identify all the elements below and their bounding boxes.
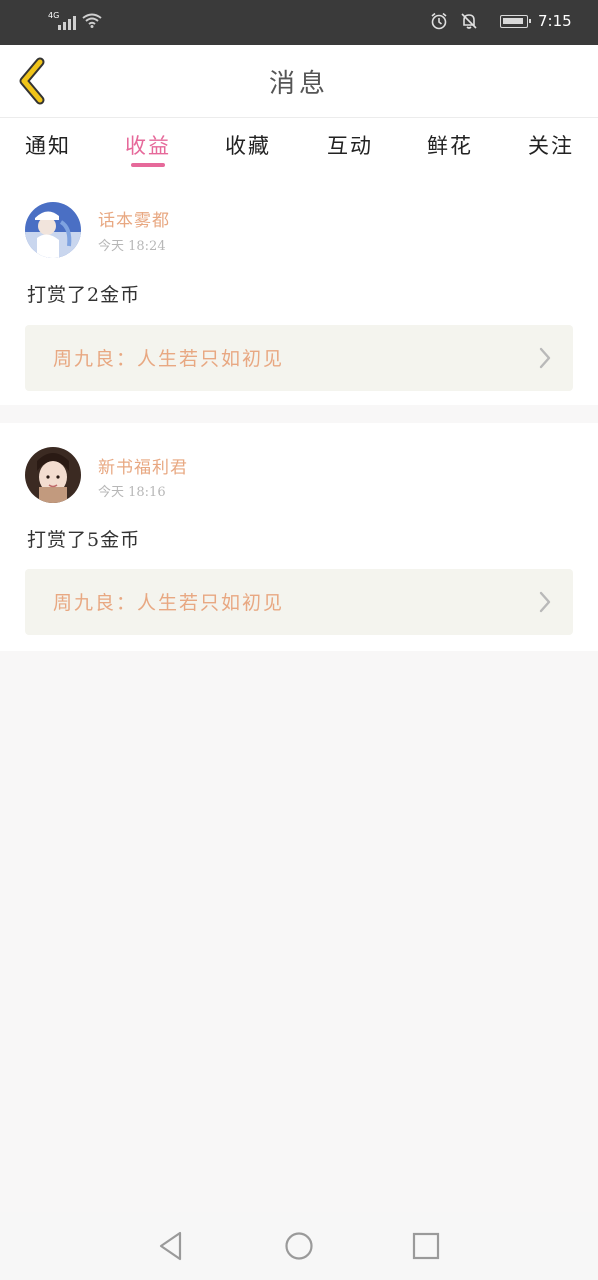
book-link[interactable]: 周九良：人生若只如初见 xyxy=(25,325,573,391)
tab-interactions[interactable]: 互动 xyxy=(305,130,395,160)
sender-name[interactable]: 新书福利君 xyxy=(98,453,188,478)
message-card: 话本雾都 今天 18:24 打赏了2金币 周九良：人生若只如初见 xyxy=(0,180,598,405)
bell-off-icon xyxy=(461,13,477,29)
system-nav-bar xyxy=(0,1212,598,1280)
battery-icon xyxy=(500,15,531,28)
sender-name[interactable]: 话本雾都 xyxy=(98,206,170,231)
tab-earnings[interactable]: 收益 xyxy=(103,130,193,160)
book-title: 周九良：人生若只如初见 xyxy=(53,592,285,614)
message-time: 今天 18:24 xyxy=(98,239,166,254)
message-time: 今天 18:16 xyxy=(98,485,166,500)
avatar[interactable] xyxy=(25,447,81,503)
recent-square-icon[interactable] xyxy=(410,1230,442,1262)
tab-notifications[interactable]: 通知 xyxy=(3,130,93,160)
chevron-right-icon xyxy=(539,591,551,613)
tab-flowers[interactable]: 鲜花 xyxy=(405,130,495,160)
book-link[interactable]: 周九良：人生若只如初见 xyxy=(25,569,573,635)
tab-following[interactable]: 关注 xyxy=(506,130,596,160)
home-circle-icon[interactable] xyxy=(283,1230,315,1262)
clock: 7:15 xyxy=(538,12,572,30)
book-title: 周九良：人生若只如初见 xyxy=(53,348,285,370)
tab-bar: 通知 收益 收藏 互动 鲜花 关注 xyxy=(0,118,598,180)
back-triangle-icon[interactable] xyxy=(156,1230,188,1262)
wifi-icon xyxy=(82,13,102,28)
message-card: 新书福利君 今天 18:16 打赏了5金币 周九良：人生若只如初见 xyxy=(0,423,598,651)
message-text: 打赏了5金币 xyxy=(27,529,141,551)
tab-favorites[interactable]: 收藏 xyxy=(203,130,293,160)
alarm-icon xyxy=(431,12,447,30)
header: 消息 xyxy=(0,45,598,118)
status-bar: 4G 7:15 xyxy=(0,0,598,45)
active-tab-indicator xyxy=(131,163,165,167)
status-right: 7:15 xyxy=(420,10,590,34)
page-title: 消息 xyxy=(268,69,329,99)
chevron-right-icon xyxy=(539,347,551,369)
avatar[interactable] xyxy=(25,202,81,258)
signal-icon xyxy=(58,14,76,30)
message-text: 打赏了2金币 xyxy=(27,284,141,306)
